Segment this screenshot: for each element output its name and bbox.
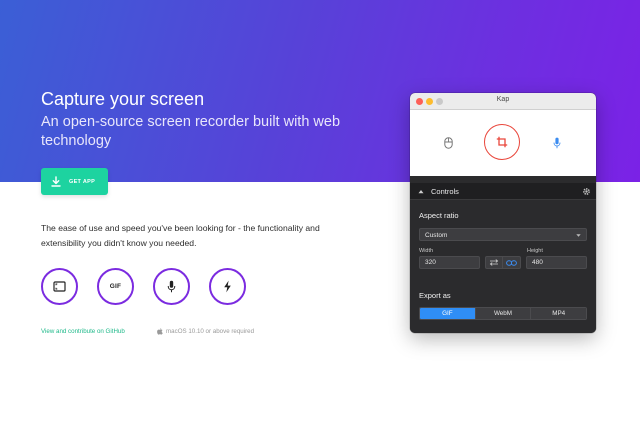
width-label: Width <box>419 248 434 254</box>
controls-header[interactable]: Controls <box>410 183 596 200</box>
export-as-label: Export as <box>419 291 451 300</box>
chevron-down-icon <box>576 234 581 237</box>
description-text: The ease of use and speed you've been lo… <box>41 223 320 248</box>
feature-screen-capture <box>41 268 78 305</box>
hero-title: Capture your screen <box>41 89 205 109</box>
height-input[interactable] <box>526 256 587 269</box>
feature-audio <box>153 268 190 305</box>
microphone-icon[interactable] <box>553 137 561 149</box>
window-title: Kap <box>496 96 510 103</box>
lightning-icon <box>224 280 231 293</box>
feature-gif: GIF <box>97 268 134 305</box>
mouse-icon[interactable] <box>444 137 453 149</box>
get-app-label: GET APP <box>69 178 96 185</box>
get-app-button[interactable]: GET APP <box>41 168 108 195</box>
export-option-gif[interactable]: GIF <box>420 308 475 319</box>
aspect-ratio-value: Custom <box>425 231 448 239</box>
link-icon <box>506 259 517 266</box>
collapse-caret-icon[interactable] <box>418 189 424 194</box>
controls-title: Controls <box>431 186 459 196</box>
record-toolbar <box>410 110 596 176</box>
window-titlebar[interactable]: Kap <box>410 93 596 110</box>
macos-requirement: macOS 10.10 or above required <box>157 328 254 335</box>
controls-panel: Aspect ratio Custom Width Height 320 480… <box>410 200 596 333</box>
github-link[interactable]: View and contribute on GitHub <box>41 328 125 335</box>
swap-arrows-icon <box>489 259 499 266</box>
crop-icon <box>496 136 508 148</box>
kap-landing-page: Capture your screen An open-source scree… <box>0 0 640 429</box>
feature-speed <box>209 268 246 305</box>
screen-capture-icon <box>53 281 66 292</box>
export-option-webm[interactable]: WebM <box>474 308 531 319</box>
export-option-mp4[interactable]: MP4 <box>530 308 586 319</box>
gear-icon[interactable] <box>582 187 591 196</box>
lock-ratio-button[interactable] <box>503 256 521 269</box>
microphone-icon <box>167 280 176 293</box>
width-input[interactable] <box>419 256 480 269</box>
export-format-selector: GIF WebM MP4 <box>419 307 587 320</box>
crop-record-button[interactable] <box>484 124 520 160</box>
height-label: Height <box>527 248 543 254</box>
aspect-ratio-label: Aspect ratio <box>419 211 459 220</box>
aspect-ratio-select[interactable]: Custom <box>419 228 587 241</box>
macos-requirement-label: macOS 10.10 or above required <box>166 328 255 335</box>
swap-dimensions-button[interactable] <box>485 256 503 269</box>
download-icon <box>51 175 61 187</box>
gif-icon: GIF <box>109 283 122 290</box>
kap-app-window: Kap Controls Aspect ratio Custom Width H… <box>410 93 596 333</box>
apple-icon <box>157 328 163 335</box>
hero-subtitle: An open-source screen recorder built wit… <box>41 114 341 149</box>
